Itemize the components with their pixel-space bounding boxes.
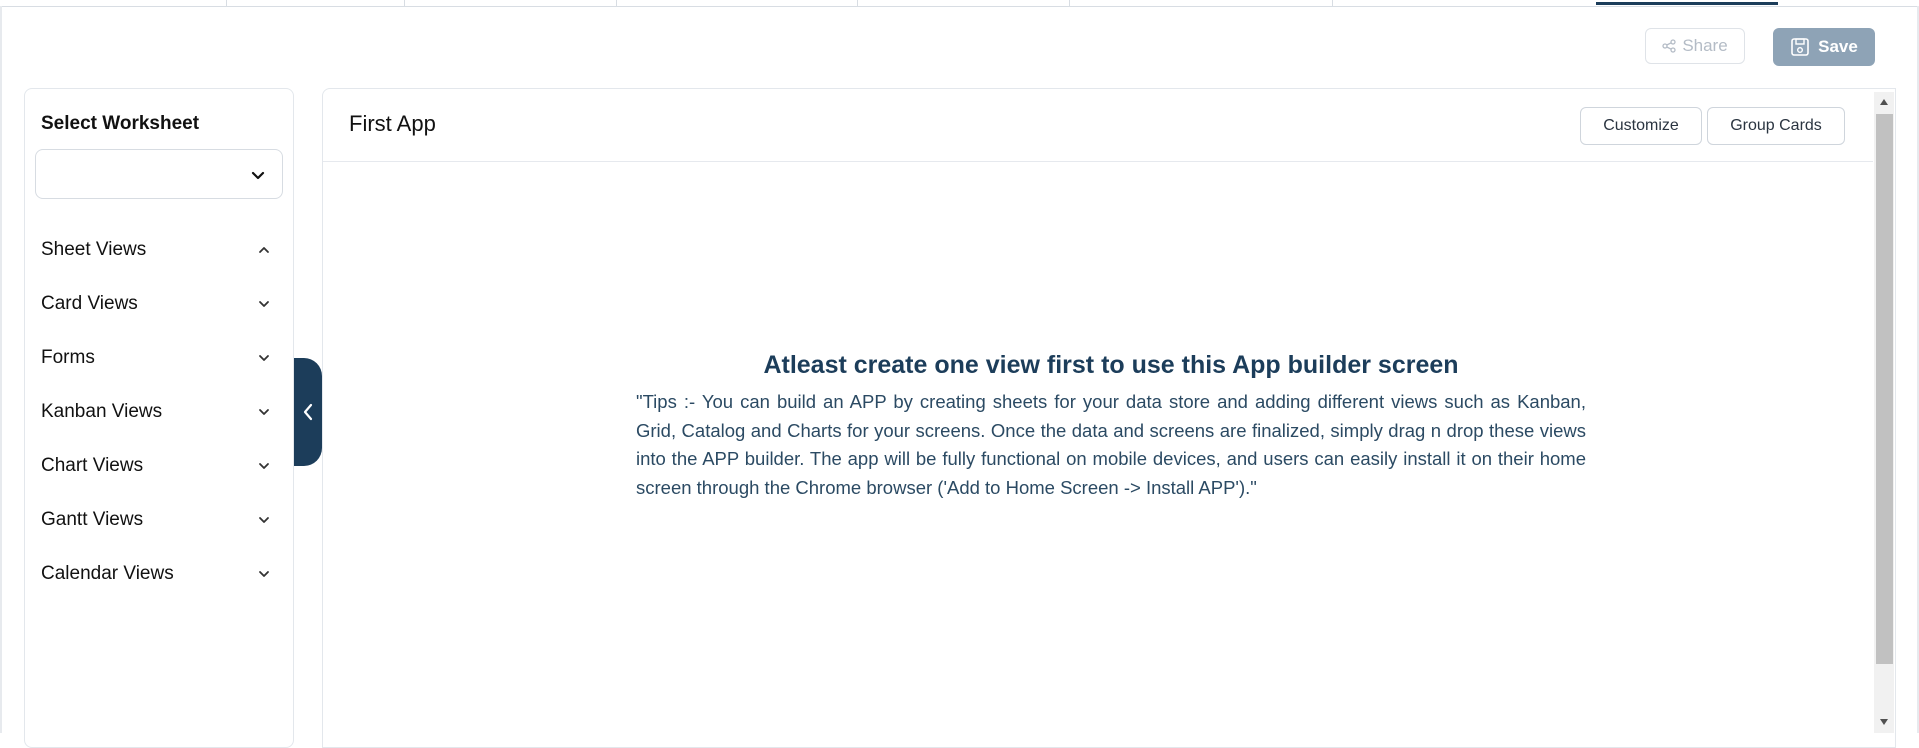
group-cards-button[interactable]: Group Cards [1707, 107, 1845, 145]
tab-divider [616, 0, 617, 6]
active-tab-indicator [1596, 2, 1778, 5]
sidebar-item-label: Kanban Views [41, 401, 163, 422]
top-tab-strip [0, 0, 1919, 7]
sidebar-item-calendar-views[interactable]: Calendar Views [41, 559, 271, 589]
sidebar-item-forms[interactable]: Forms [41, 343, 271, 373]
empty-state-title: Atleast create one view first to use thi… [763, 351, 1459, 379]
chevron-down-icon [259, 355, 269, 361]
tab-divider [1069, 0, 1070, 6]
sidebar-item-label: Sheet Views [41, 239, 147, 260]
sidebar-item-label: Forms [41, 347, 95, 368]
frame-border-left [0, 6, 2, 733]
empty-state: Atleast create one view first to use thi… [636, 351, 1586, 502]
share-button[interactable]: Share [1645, 28, 1745, 64]
chevron-up-icon [259, 247, 269, 253]
save-label: Save [1818, 37, 1858, 56]
chevron-down-icon [259, 463, 269, 469]
sidebar-item-label: Chart Views [41, 455, 144, 476]
tab-divider [404, 0, 405, 6]
app-builder-panel: First App Customize Group Cards Atleast … [322, 88, 1896, 748]
sidebar-item-label: Card Views [41, 293, 138, 314]
tab-divider [857, 0, 858, 6]
scrollbar-thumb[interactable] [1876, 114, 1893, 664]
app-builder-header: First App Customize Group Cards [323, 89, 1873, 162]
save-icon [1791, 38, 1809, 56]
customize-button[interactable]: Customize [1580, 107, 1702, 145]
scroll-up-arrow[interactable] [1877, 96, 1891, 108]
scroll-down-arrow[interactable] [1877, 716, 1891, 728]
sidebar-item-sheet-views[interactable]: Sheet Views [41, 235, 271, 265]
worksheet-select[interactable] [35, 149, 283, 199]
sidebar-item-label: Calendar Views [41, 563, 174, 584]
share-icon [1662, 39, 1676, 53]
worksheet-sidebar: Select Worksheet Sheet Views Card Views … [24, 88, 294, 748]
chevron-down-icon [259, 409, 269, 415]
chevron-down-icon [259, 301, 269, 307]
chevron-down-icon [259, 517, 269, 523]
tab-divider [226, 0, 227, 6]
sidebar-item-card-views[interactable]: Card Views [41, 289, 271, 319]
share-label: Share [1682, 36, 1728, 55]
sidebar-item-chart-views[interactable]: Chart Views [41, 451, 271, 481]
save-button[interactable]: Save [1773, 28, 1875, 66]
tab-divider [1332, 0, 1333, 6]
page-title: First App [349, 111, 436, 136]
chevron-down-icon [259, 571, 269, 577]
sidebar-item-kanban-views[interactable]: Kanban Views [41, 397, 271, 427]
triangle-down-icon [1880, 719, 1888, 725]
sidebar-item-gantt-views[interactable]: Gantt Views [41, 505, 271, 535]
chevron-down-icon [251, 171, 265, 180]
chevron-left-icon [303, 403, 313, 421]
collapse-sidebar-button[interactable] [294, 358, 322, 466]
triangle-up-icon [1880, 99, 1888, 105]
select-worksheet-label: Select Worksheet [41, 113, 200, 134]
empty-state-tip: "Tips :- You can build an APP by creatin… [636, 391, 1586, 498]
sidebar-item-label: Gantt Views [41, 509, 144, 530]
